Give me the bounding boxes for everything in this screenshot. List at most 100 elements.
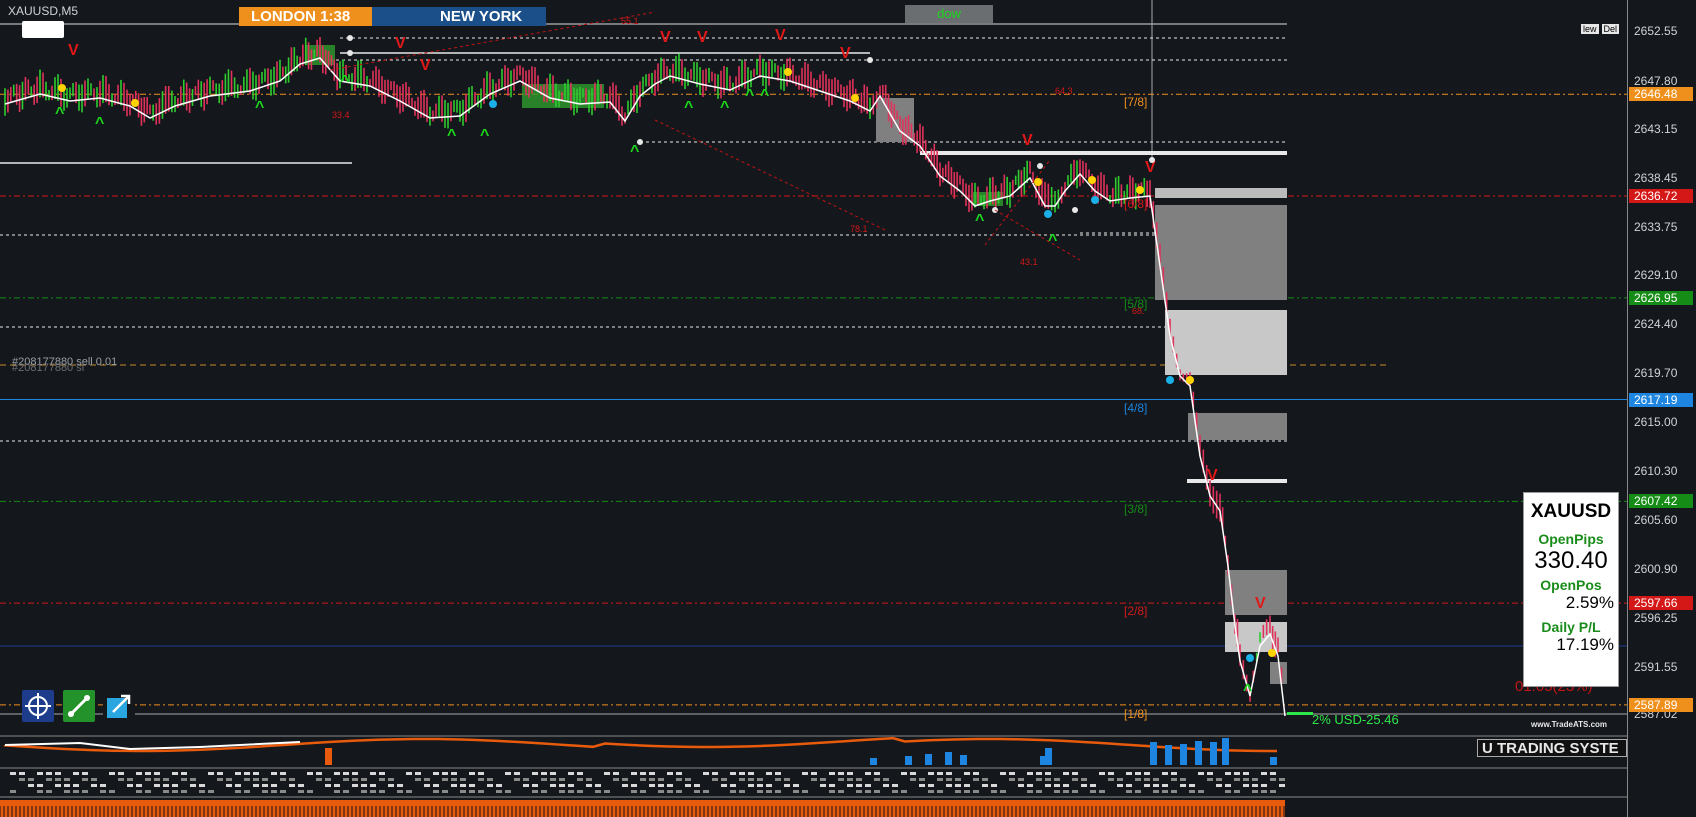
signal-matrix-cell bbox=[712, 778, 718, 781]
signal-matrix-cell bbox=[1216, 784, 1222, 787]
trendline-icon bbox=[67, 694, 91, 718]
pivot-dot bbox=[347, 35, 353, 41]
open-pos-label: OpenPos bbox=[1540, 577, 1602, 593]
signal-matrix-cell bbox=[1261, 772, 1267, 775]
signal-matrix-cell bbox=[217, 778, 223, 781]
signal-matrix-cell bbox=[118, 778, 124, 781]
signal-matrix-cell bbox=[829, 772, 835, 775]
signal-matrix-cell bbox=[19, 778, 25, 781]
signal-matrix-cell bbox=[28, 784, 34, 787]
signal-matrix-cell bbox=[1207, 778, 1213, 781]
signal-matrix-cell bbox=[82, 790, 88, 793]
signal-matrix-cell bbox=[64, 784, 70, 787]
signal-matrix-cell bbox=[1171, 778, 1177, 781]
signal-matrix-cell bbox=[1207, 772, 1213, 775]
signal-dot bbox=[1246, 654, 1254, 662]
signal-matrix-cell bbox=[487, 784, 493, 787]
signal-matrix-cell bbox=[406, 772, 412, 775]
signal-matrix-cell bbox=[1063, 784, 1069, 787]
signal-matrix-cell bbox=[568, 790, 574, 793]
signal-matrix-cell bbox=[1225, 784, 1231, 787]
signal-matrix-cell bbox=[775, 778, 781, 781]
signal-matrix-cell bbox=[514, 772, 520, 775]
trendline-tool-button[interactable] bbox=[63, 690, 95, 722]
signal-matrix-cell bbox=[37, 790, 43, 793]
signal-matrix-cell bbox=[1270, 772, 1276, 775]
signal-matrix-cell bbox=[955, 784, 961, 787]
signal-matrix-cell bbox=[1252, 790, 1258, 793]
sell-signal-arrow: V bbox=[697, 29, 708, 46]
murrey-level-label: [4/8] bbox=[1124, 401, 1147, 415]
price-tick: 2629.10 bbox=[1634, 268, 1678, 283]
signal-matrix-cell bbox=[1072, 772, 1078, 775]
signal-matrix-cell bbox=[352, 778, 358, 781]
lew-button[interactable]: lew bbox=[1581, 24, 1599, 34]
signal-matrix-cell bbox=[1036, 772, 1042, 775]
top-right-buttons[interactable]: lew Del bbox=[1578, 24, 1620, 34]
fib-label: 33.4 bbox=[332, 110, 350, 120]
newyork-session-label: NEW YORK bbox=[372, 7, 546, 26]
signal-matrix-cell bbox=[946, 778, 952, 781]
chart-window[interactable]: V V V V V V V V V V V ^ ^ ^ ^ ^ ^ ^ ^ ^ ^ ^ ^ ^ ^ 55.1 64.3 33.4 78.… bbox=[0, 0, 1696, 817]
crosshair-tool-button[interactable] bbox=[22, 690, 54, 722]
signal-matrix-cell bbox=[55, 778, 61, 781]
signal-matrix-cell bbox=[532, 784, 538, 787]
signal-matrix-cell bbox=[388, 784, 394, 787]
signal-matrix-cell bbox=[946, 772, 952, 775]
signal-dot bbox=[58, 84, 66, 92]
signal-matrix-cell bbox=[541, 790, 547, 793]
signal-matrix-cell bbox=[37, 772, 43, 775]
signal-matrix-cell bbox=[1126, 772, 1132, 775]
chart-toggle-button[interactable] bbox=[22, 21, 64, 38]
murrey-level-label: [6/8] bbox=[1124, 197, 1147, 211]
signal-matrix-cell bbox=[1135, 790, 1141, 793]
signal-matrix-cell bbox=[316, 772, 322, 775]
signal-matrix-cell bbox=[1270, 790, 1276, 793]
signal-matrix-cell bbox=[1054, 784, 1060, 787]
price-tick: 2610.30 bbox=[1634, 464, 1678, 479]
del-button[interactable]: Del bbox=[1601, 24, 1620, 34]
price-tag: 2597.66 bbox=[1629, 596, 1693, 611]
murrey-level-label: [7/8] bbox=[1124, 95, 1147, 109]
histogram-bar bbox=[1195, 741, 1202, 765]
signal-dot bbox=[1136, 186, 1144, 194]
indicator-orange-line bbox=[3, 736, 1278, 753]
signal-matrix-cell bbox=[181, 778, 187, 781]
signal-matrix-cell bbox=[757, 784, 763, 787]
signal-dot bbox=[1088, 176, 1096, 184]
signal-matrix-cell bbox=[199, 790, 205, 793]
signal-matrix-cell bbox=[1072, 778, 1078, 781]
buy-signal-arrow: ^ bbox=[1243, 682, 1252, 699]
signal-matrix-cell bbox=[505, 772, 511, 775]
signal-matrix-cell bbox=[226, 778, 232, 781]
signal-matrix-cell bbox=[1189, 790, 1195, 793]
buy-signal-arrow: ^ bbox=[684, 99, 693, 116]
signal-matrix-cell bbox=[730, 772, 736, 775]
signal-matrix-cell bbox=[361, 784, 367, 787]
signal-matrix-cell bbox=[424, 784, 430, 787]
signal-dot bbox=[1044, 210, 1052, 218]
price-chart[interactable]: V VVV V VVVVVV^^^^^ ^^^ ^^ ^^^^55.164.333.478.… bbox=[0, 0, 1627, 817]
price-axis[interactable]: 2652.55 2647.80 2643.15 2638.45 2633.75 2629.… bbox=[1627, 0, 1696, 817]
signal-matrix-cell bbox=[721, 778, 727, 781]
pivot-dot bbox=[637, 139, 643, 145]
signal-matrix-cell bbox=[433, 772, 439, 775]
signal-matrix-cell bbox=[370, 790, 376, 793]
signal-matrix-cell bbox=[262, 790, 268, 793]
signal-matrix-cell bbox=[334, 790, 340, 793]
signal-matrix-cell bbox=[550, 784, 556, 787]
signal-dot bbox=[1166, 376, 1174, 384]
signal-dot bbox=[131, 99, 139, 107]
open-pos-value: 2.59% bbox=[1565, 593, 1614, 612]
signal-matrix-cell bbox=[748, 784, 754, 787]
signal-matrix-cell bbox=[1081, 784, 1087, 787]
signal-matrix-cell bbox=[235, 772, 241, 775]
signal-matrix-cell bbox=[640, 778, 646, 781]
signal-matrix-cell bbox=[190, 778, 196, 781]
signal-matrix-cell bbox=[244, 778, 250, 781]
signal-matrix-cell bbox=[1243, 778, 1249, 781]
expand-tool-button[interactable] bbox=[103, 690, 135, 722]
pivot-dot bbox=[1037, 163, 1043, 169]
signal-matrix-cell bbox=[874, 778, 880, 781]
signal-matrix-cell bbox=[235, 784, 241, 787]
